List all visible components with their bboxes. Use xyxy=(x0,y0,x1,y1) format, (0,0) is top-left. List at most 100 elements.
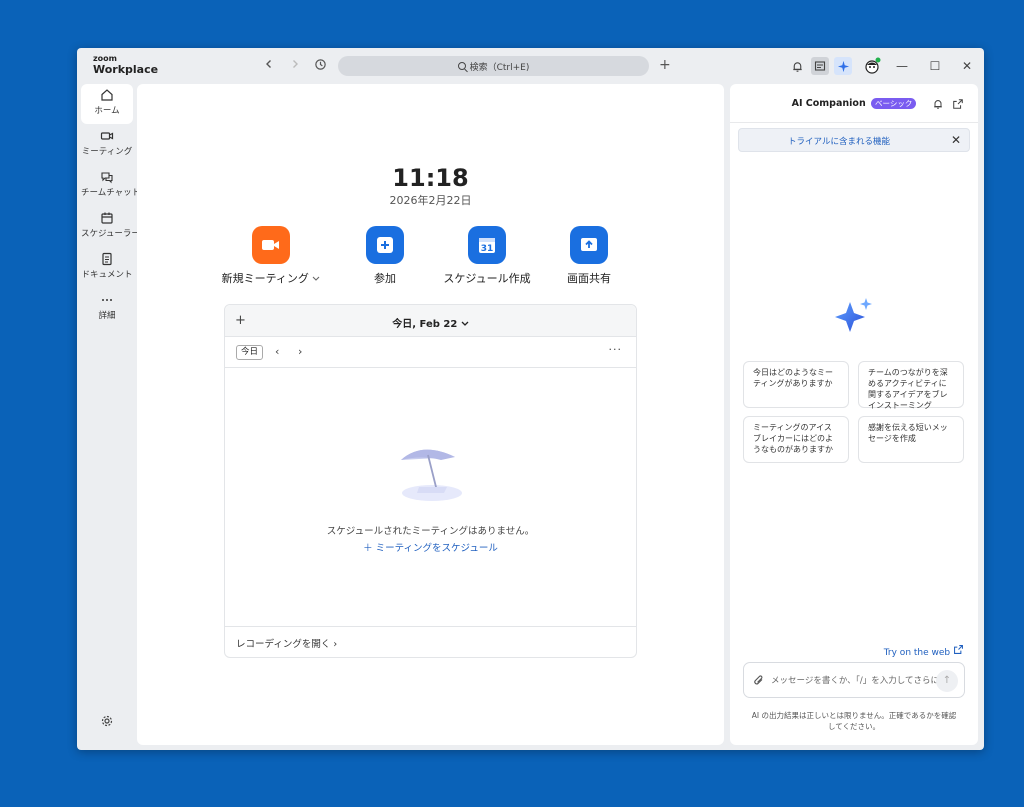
search-icon xyxy=(457,62,466,70)
sidebar-item-scheduler[interactable]: スケジューラー xyxy=(81,207,140,247)
home-icon xyxy=(101,89,113,101)
chevron-down-icon xyxy=(461,321,469,326)
calendar-icon xyxy=(101,212,113,224)
suggestion-card[interactable]: チームのつながりを深めるアクティビティに関するアイデアをブレインストーミング xyxy=(858,361,964,410)
sidebar-item-label: ドキュメント xyxy=(81,270,133,280)
close-banner-button[interactable]: ✕ xyxy=(951,133,961,147)
share-screen-button[interactable] xyxy=(570,226,608,264)
date-label: 2026年2月22日 xyxy=(389,194,472,207)
trial-banner: トライアルに含まれる機能 ✕ xyxy=(738,128,970,152)
avatar-icon xyxy=(865,57,881,74)
calendar-header: + 今日, Feb 22 xyxy=(225,305,636,337)
sidebar-item-label: ホーム xyxy=(94,106,120,116)
suggestion-card[interactable]: ミーティングのアイスブレイカーにはどのようなものがありますか xyxy=(743,416,849,463)
try-on-web-link[interactable]: Try on the web xyxy=(884,644,964,658)
new-tab-button[interactable]: + xyxy=(659,57,671,73)
sidebar-item-label: 詳細 xyxy=(98,311,116,321)
more-icon xyxy=(102,299,112,301)
divider xyxy=(730,122,978,123)
sidebar-item-team-chat[interactable]: チームチャット xyxy=(81,166,141,206)
prev-day-button[interactable]: ‹ xyxy=(275,345,279,358)
calendar-icon: 31 xyxy=(479,238,495,254)
try-on-web-label: Try on the web xyxy=(883,648,951,658)
sidebar-item-meetings[interactable]: ミーティング xyxy=(81,125,133,165)
minimize-button[interactable]: — xyxy=(892,56,912,76)
svg-text:31: 31 xyxy=(481,244,494,254)
ai-companion-panel: AI Companion ベーシック トライアルに含まれる機能 ✕ 今日はどのよ… xyxy=(730,84,978,745)
sidebar-item-label: チームチャット xyxy=(81,188,141,198)
maximize-button[interactable]: ☐ xyxy=(925,56,945,76)
join-label: 参加 xyxy=(374,272,396,285)
ai-title: AI Companion xyxy=(791,98,866,109)
bell-icon[interactable] xyxy=(932,98,944,110)
schedule-meeting-link[interactable]: ＋ ミーティングをスケジュール xyxy=(225,540,636,554)
logo-top: zoom xyxy=(93,54,117,63)
schedule-label: スケジュール作成 xyxy=(443,272,531,285)
chat-icon xyxy=(101,172,113,184)
calendar-more-button[interactable]: ··· xyxy=(609,343,623,356)
sidebar-item-docs[interactable]: ドキュメント xyxy=(81,248,133,288)
sidebar-item-home[interactable]: ホーム xyxy=(81,84,133,124)
schedule-button[interactable]: 31 xyxy=(468,226,506,264)
next-day-button[interactable]: › xyxy=(298,345,302,358)
close-window-button[interactable]: ✕ xyxy=(957,56,977,76)
gear-icon[interactable] xyxy=(100,714,114,728)
suggestion-card[interactable]: 感謝を伝える短いメッセージを作成 xyxy=(858,416,964,463)
sparkle-icon xyxy=(837,60,849,72)
trial-banner-link[interactable]: トライアルに含まれる機能 xyxy=(739,135,939,147)
sidebar-item-label: ミーティング xyxy=(81,147,133,157)
zoom-logo: zoom Workplace xyxy=(93,54,159,76)
history-button[interactable] xyxy=(312,58,328,74)
empty-state-text: スケジュールされたミーティングはありません。 xyxy=(326,526,535,537)
video-icon xyxy=(262,240,279,250)
calendar-toolbar: 今日 ‹ › ··· xyxy=(225,337,636,368)
new-meeting-label: 新規ミーティング xyxy=(221,272,309,285)
notification-button[interactable] xyxy=(789,58,805,74)
share-screen-action[interactable]: 画面共有 xyxy=(534,226,644,286)
chevron-down-icon[interactable] xyxy=(312,276,320,282)
ai-companion-button[interactable] xyxy=(834,57,852,75)
pop-out-icon[interactable] xyxy=(952,98,964,110)
whiteboard-button[interactable] xyxy=(811,57,829,75)
join-action[interactable]: 参加 xyxy=(330,226,440,286)
calendar-title-label: 今日, Feb 22 xyxy=(392,319,458,330)
new-meeting-button[interactable] xyxy=(252,226,290,264)
open-recordings-link[interactable]: レコーディングを開く › xyxy=(236,636,337,650)
share-screen-icon xyxy=(581,238,597,251)
sidebar-item-more[interactable]: 詳細 xyxy=(81,289,133,329)
calendar-title[interactable]: 今日, Feb 22 xyxy=(225,315,636,330)
avatar[interactable] xyxy=(863,57,881,75)
clock: 11:18 xyxy=(392,164,469,192)
chevron-left-icon xyxy=(266,60,271,68)
document-icon xyxy=(102,252,112,266)
search-label: 検索（Ctrl+E) xyxy=(469,62,530,73)
logo-bottom: Workplace xyxy=(93,63,159,76)
message-placeholder: メッセージを書くか、「/」を入力してさらに... xyxy=(771,676,948,686)
today-button[interactable]: 今日 xyxy=(236,345,264,360)
chevron-right-icon xyxy=(293,60,298,68)
back-button[interactable] xyxy=(261,58,277,74)
ai-disclaimer: AI の出力結果は正しいとは限りません。正確であるかを確認してください。 xyxy=(751,711,957,731)
zoom-window: zoom Workplace 検索（Ctrl+E) + — ☐ ✕ ホーム ミー… xyxy=(77,48,984,750)
plan-badge: ベーシック xyxy=(871,98,917,109)
search-bar[interactable]: 検索（Ctrl+E) xyxy=(338,56,649,76)
title-bar: zoom Workplace 検索（Ctrl+E) + — ☐ ✕ xyxy=(77,48,984,84)
message-input[interactable]: メッセージを書くか、「/」を入力してさらに... ↑ xyxy=(743,662,965,698)
plus-icon xyxy=(377,237,393,253)
external-link-icon xyxy=(954,645,963,654)
share-screen-label: 画面共有 xyxy=(567,272,611,285)
join-button[interactable] xyxy=(366,226,404,264)
paperclip-icon[interactable] xyxy=(753,674,765,687)
calendar-card: + 今日, Feb 22 今日 ‹ › ··· スケジュールされたミーティングは… xyxy=(224,304,637,658)
new-meeting-action[interactable]: 新規ミーティング xyxy=(216,226,326,286)
home-panel: 11:18 2026年2月22日 新規ミーティング 参加 31 スケジュール作成… xyxy=(137,84,724,745)
forward-button[interactable] xyxy=(287,58,303,74)
send-button[interactable]: ↑ xyxy=(936,670,958,692)
schedule-action[interactable]: 31 スケジュール作成 xyxy=(432,226,542,286)
suggestion-card[interactable]: 今日はどのようなミーティングがありますか xyxy=(743,361,849,408)
history-icon xyxy=(314,59,326,70)
sidebar-item-label: スケジューラー xyxy=(81,229,140,239)
whiteboard-icon xyxy=(814,61,826,71)
left-sidebar: ホーム ミーティング チームチャット スケジューラー ドキュメント 詳細 xyxy=(77,84,141,750)
beach-umbrella-illustration xyxy=(401,449,462,501)
